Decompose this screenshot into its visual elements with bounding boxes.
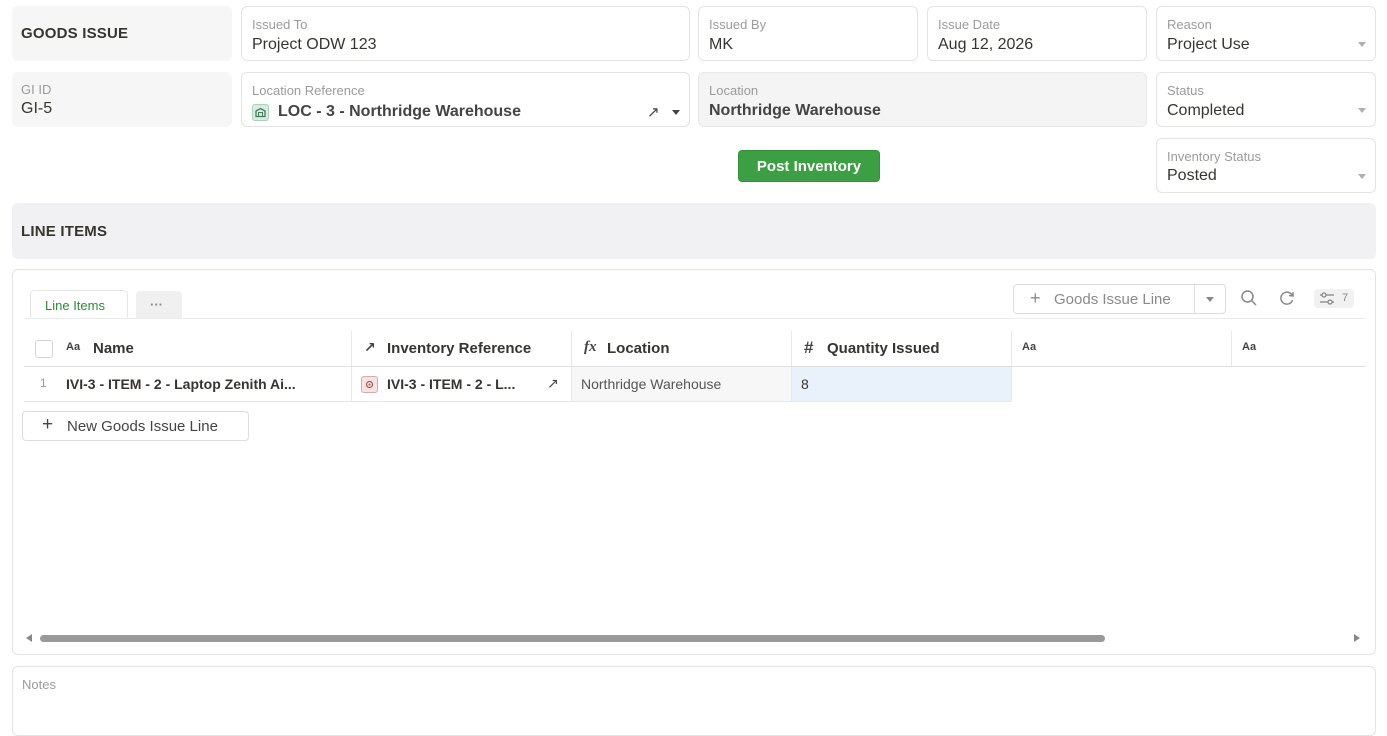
column-header-location[interactable]: fx Location [572, 331, 792, 367]
select-all-checkbox[interactable] [35, 340, 53, 358]
search-icon[interactable] [1240, 289, 1258, 307]
line-items-panel [12, 269, 1376, 655]
section-title: LINE ITEMS [21, 223, 108, 240]
add-line-dropdown[interactable] [1195, 285, 1226, 313]
reason-value: Project Use [1167, 36, 1250, 53]
location-reference-value: LOC - 3 - Northridge Warehouse [278, 103, 521, 120]
column-label: Name [93, 340, 134, 357]
issue-date-field[interactable]: Issue Date Aug 12, 2026 [927, 6, 1147, 61]
issue-date-value: Aug 12, 2026 [938, 36, 1034, 53]
text-type-icon: Aa [1242, 341, 1257, 353]
row-inventory-reference: IVI-3 - ITEM - 2 - L... [387, 376, 516, 392]
open-link-icon[interactable]: ↗ [547, 375, 559, 392]
chevron-down-icon [1358, 108, 1366, 113]
location-reference-label: Location Reference [252, 83, 365, 98]
plus-icon: + [1030, 288, 1041, 308]
tab-line-items[interactable]: Line Items [30, 290, 128, 318]
table-row-cell-location: Northridge Warehouse [572, 367, 792, 402]
filter-button[interactable]: 7 [1314, 289, 1354, 308]
gi-id-field: GI ID GI-5 [12, 72, 232, 127]
inventory-status-value: Posted [1167, 167, 1217, 184]
post-inventory-button[interactable]: Post Inventory [738, 150, 880, 182]
location-value: Northridge Warehouse [709, 102, 881, 119]
scroll-left-icon[interactable] [26, 634, 32, 642]
add-line-label: Goods Issue Line [1054, 291, 1171, 308]
column-header-name[interactable]: Aa Name [24, 331, 352, 367]
table-row-cell-name[interactable]: 1 IVI-3 - ITEM - 2 - Laptop Zenith Ai... [24, 367, 352, 402]
filter-count: 7 [1342, 292, 1349, 304]
warehouse-icon [252, 104, 269, 121]
add-goods-issue-line-button[interactable]: + Goods Issue Line [1014, 285, 1194, 313]
column-header-inventory-reference[interactable]: ↗ Inventory Reference [352, 331, 572, 367]
relation-icon: ↗ [364, 339, 376, 355]
formula-icon: fx [584, 339, 597, 355]
new-line-label: New Goods Issue Line [67, 418, 218, 435]
line-items-header: LINE ITEMS [12, 203, 1376, 259]
gi-id-value: GI-5 [21, 100, 53, 117]
add-goods-issue-line-button-group: + Goods Issue Line [1013, 284, 1226, 314]
reason-select[interactable]: Reason Project Use [1156, 6, 1376, 61]
row-location: Northridge Warehouse [581, 376, 722, 392]
issue-date-label: Issue Date [938, 17, 1001, 32]
column-label: Inventory Reference [387, 340, 532, 357]
location-reference-field[interactable]: Location Reference LOC - 3 - Northridge … [241, 72, 690, 127]
section-title: GOODS ISSUE [21, 25, 129, 42]
chevron-down-icon [1358, 174, 1366, 179]
issued-by-field[interactable]: Issued By MK [698, 6, 918, 61]
location-label: Location [709, 83, 759, 98]
row-name: IVI-3 - ITEM - 2 - Laptop Zenith Ai... [66, 376, 296, 392]
status-value: Completed [1167, 102, 1245, 119]
inventory-item-icon [361, 376, 378, 393]
chevron-down-icon [1206, 297, 1214, 302]
issued-to-label: Issued To [252, 17, 308, 32]
row-quantity-issued: 8 [801, 376, 809, 392]
filter-icon [1320, 292, 1334, 305]
issued-to-value: Project ODW 123 [252, 36, 377, 53]
gi-id-label: GI ID [21, 82, 52, 97]
location-field: Location Northridge Warehouse [698, 72, 1147, 127]
scroll-right-icon[interactable] [1354, 634, 1360, 642]
new-goods-issue-line-button[interactable]: + New Goods Issue Line [22, 411, 249, 441]
table-row-cell-quantity-issued[interactable]: 8 [792, 367, 1012, 402]
tab-more[interactable]: ··· [136, 291, 182, 318]
tabs-divider [24, 318, 1366, 319]
plus-icon: + [42, 414, 54, 435]
column-header-quantity-issued[interactable]: # Quantity Issued [792, 331, 1012, 367]
text-type-icon: Aa [1022, 341, 1037, 353]
horizontal-scrollbar[interactable] [24, 630, 1366, 646]
column-label: Location [607, 340, 670, 357]
chevron-down-icon[interactable] [672, 110, 680, 115]
notes-label: Notes [22, 677, 56, 692]
status-select[interactable]: Status Completed [1156, 72, 1376, 127]
chevron-down-icon [1358, 42, 1366, 47]
column-header-text-6[interactable]: Aa [1232, 331, 1366, 367]
open-link-icon[interactable]: ↗ [647, 103, 660, 121]
status-label: Status [1167, 83, 1204, 98]
column-header-text-5[interactable]: Aa [1012, 331, 1232, 367]
refresh-icon[interactable] [1278, 289, 1296, 307]
table-row-cell-inventory-reference[interactable]: IVI-3 - ITEM - 2 - L... ↗ [352, 367, 572, 402]
more-icon: ··· [150, 297, 163, 312]
issued-by-value: MK [709, 36, 733, 53]
tab-label: Line Items [45, 298, 105, 313]
inventory-status-select[interactable]: Inventory Status Posted [1156, 138, 1376, 193]
goods-issue-header: GOODS ISSUE [12, 6, 232, 61]
number-type-icon: # [804, 338, 814, 357]
text-type-icon: Aa [66, 341, 81, 353]
inventory-status-label: Inventory Status [1167, 149, 1261, 164]
issued-by-label: Issued By [709, 17, 767, 32]
row-index: 1 [40, 376, 47, 390]
issued-to-field[interactable]: Issued To Project ODW 123 [241, 6, 690, 61]
scrollbar-thumb[interactable] [40, 635, 1105, 642]
reason-label: Reason [1167, 17, 1212, 32]
column-label: Quantity Issued [827, 340, 940, 357]
